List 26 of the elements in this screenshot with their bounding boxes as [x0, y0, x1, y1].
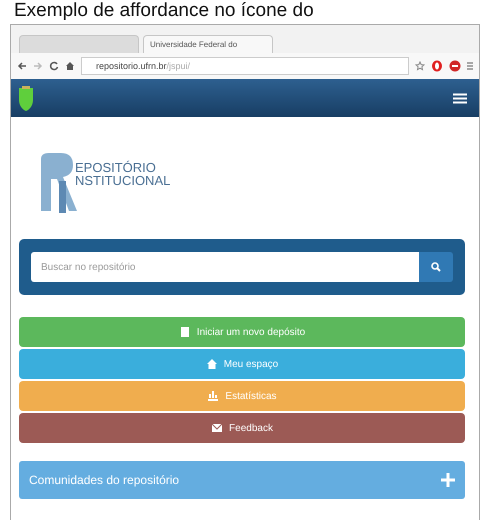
browser-tab[interactable]: Universidade Federal do — [143, 35, 273, 53]
crest-icon — [17, 84, 35, 112]
communities-panel-header[interactable]: Comunidades do repositório — [19, 461, 465, 499]
figure-caption: Exemplo de affordance no ícone do — [13, 0, 314, 22]
back-icon[interactable] — [17, 61, 27, 71]
action-button[interactable]: Iniciar um novo depósito — [19, 317, 465, 347]
logo-text: EPOSITÓRIO — [75, 161, 157, 174]
home-icon[interactable] — [65, 61, 75, 71]
address-bar[interactable]: repositorio.ufrn.br/jspui/ — [81, 57, 409, 75]
opera-icon[interactable] — [431, 60, 443, 72]
star-icon[interactable] — [415, 61, 425, 71]
stop-sign-icon[interactable] — [449, 60, 461, 72]
search-icon — [431, 262, 441, 272]
home-icon — [206, 358, 218, 370]
action-button[interactable]: Feedback — [19, 413, 465, 443]
action-button[interactable]: Meu espaço — [19, 349, 465, 379]
document-icon — [178, 326, 191, 338]
action-button[interactable]: Estatísticas — [19, 381, 465, 411]
plus-icon — [441, 473, 455, 487]
reload-icon[interactable] — [49, 61, 59, 71]
search-button[interactable] — [419, 252, 453, 282]
logo-text: NSTITUCIONAL — [75, 174, 170, 187]
bar-chart-icon — [207, 390, 220, 402]
envelope-icon — [211, 422, 224, 434]
menu-icon[interactable] — [467, 61, 473, 71]
search-field[interactable]: Buscar no repositório — [31, 252, 419, 282]
